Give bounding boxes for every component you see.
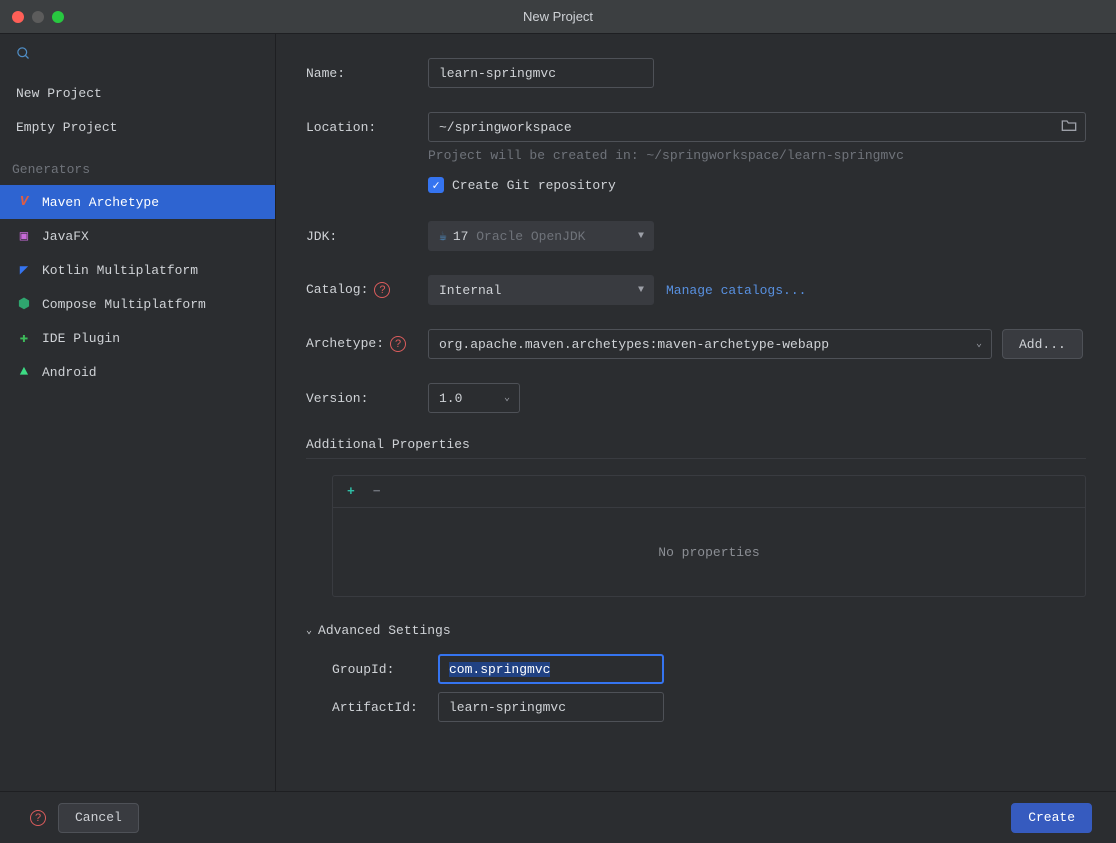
archetype-select[interactable]: org.apache.maven.archetypes:maven-archet… <box>428 329 992 359</box>
name-label: Name: <box>306 66 428 81</box>
archetype-value: org.apache.maven.archetypes:maven-archet… <box>439 337 829 352</box>
sidebar-item-label: Compose Multiplatform <box>42 297 206 312</box>
sidebar-item-label: Empty Project <box>16 120 117 135</box>
location-label: Location: <box>306 120 428 135</box>
groupid-value: com.springmvc <box>449 662 550 677</box>
generator-maven-archetype[interactable]: V Maven Archetype <box>0 185 275 219</box>
help-icon[interactable]: ? <box>390 336 406 352</box>
window-controls <box>12 11 64 23</box>
main-panel: Name: Location: Project will be created … <box>276 34 1116 791</box>
generator-kotlin-multiplatform[interactable]: ◤ Kotlin Multiplatform <box>0 253 275 287</box>
chevron-down-icon: ⌄ <box>306 625 312 637</box>
groupid-input[interactable]: com.springmvc <box>438 654 664 684</box>
sidebar: New Project Empty Project Generators V M… <box>0 34 276 791</box>
android-icon: ▲ <box>16 364 32 380</box>
properties-empty: No properties <box>333 508 1085 596</box>
maximize-window-icon[interactable] <box>52 11 64 23</box>
footer: ? Cancel Create <box>0 791 1116 843</box>
sidebar-new-project[interactable]: New Project <box>0 76 275 110</box>
help-icon[interactable]: ? <box>30 810 46 826</box>
jdk-label: JDK: <box>306 229 428 244</box>
sidebar-item-label: IDE Plugin <box>42 331 120 346</box>
titlebar: New Project <box>0 0 1116 34</box>
catalog-value: Internal <box>439 283 501 298</box>
generator-compose-multiplatform[interactable]: ⬢ Compose Multiplatform <box>0 287 275 321</box>
generator-ide-plugin[interactable]: ✚ IDE Plugin <box>0 321 275 355</box>
generator-android[interactable]: ▲ Android <box>0 355 275 389</box>
groupid-label: GroupId: <box>332 662 438 677</box>
artifactid-label: ArtifactId: <box>332 700 438 715</box>
catalog-select[interactable]: Internal <box>428 275 654 305</box>
create-button[interactable]: Create <box>1011 803 1092 833</box>
version-value: 1.0 <box>439 391 462 406</box>
archetype-label: Archetype:? <box>306 336 428 352</box>
name-input[interactable] <box>428 58 654 88</box>
jdk-version: 17 <box>453 229 469 244</box>
manage-catalogs-link[interactable]: Manage catalogs... <box>666 283 806 298</box>
divider <box>306 458 1086 459</box>
generator-javafx[interactable]: ▣ JavaFX <box>0 219 275 253</box>
cancel-button[interactable]: Cancel <box>58 803 139 833</box>
sidebar-empty-project[interactable]: Empty Project <box>0 110 275 144</box>
add-archetype-button[interactable]: Add... <box>1002 329 1083 359</box>
location-input[interactable] <box>429 120 1061 135</box>
kotlin-icon: ◤ <box>16 262 32 278</box>
artifactid-input[interactable] <box>438 692 664 722</box>
sidebar-item-label: JavaFX <box>42 229 89 244</box>
version-label: Version: <box>306 391 428 406</box>
remove-icon: − <box>373 484 381 499</box>
version-select[interactable]: 1.0 <box>428 383 520 413</box>
help-icon[interactable]: ? <box>374 282 390 298</box>
generators-header: Generators <box>0 144 275 185</box>
java-icon: ☕ <box>439 229 447 244</box>
jdk-vendor: Oracle OpenJDK <box>476 229 585 244</box>
maven-icon: V <box>16 194 32 210</box>
close-window-icon[interactable] <box>12 11 24 23</box>
properties-box: + − No properties <box>332 475 1086 597</box>
git-checkbox-row[interactable]: ✓ Create Git repository <box>428 177 1086 193</box>
folder-icon[interactable] <box>1061 118 1085 137</box>
location-input-wrap <box>428 112 1086 142</box>
sidebar-item-label: Maven Archetype <box>42 195 159 210</box>
advanced-settings-title: Advanced Settings <box>318 623 451 638</box>
javafx-icon: ▣ <box>16 228 32 244</box>
add-icon[interactable]: + <box>347 484 355 499</box>
sidebar-item-label: New Project <box>16 86 102 101</box>
jdk-select[interactable]: ☕ 17 Oracle OpenJDK <box>428 221 654 251</box>
sidebar-item-label: Android <box>42 365 97 380</box>
additional-properties-title: Additional Properties <box>306 437 1086 452</box>
search-icon[interactable] <box>16 49 31 66</box>
compose-icon: ⬢ <box>16 296 32 312</box>
minimize-window-icon[interactable] <box>32 11 44 23</box>
sidebar-item-label: Kotlin Multiplatform <box>42 263 198 278</box>
location-hint: Project will be created in: ~/springwork… <box>428 148 1086 163</box>
window-title: New Project <box>523 9 593 24</box>
advanced-settings-toggle[interactable]: ⌄ Advanced Settings <box>306 623 1086 638</box>
catalog-label: Catalog:? <box>306 282 428 298</box>
properties-toolbar: + − <box>333 476 1085 508</box>
checkbox-checked-icon: ✓ <box>428 177 444 193</box>
plugin-icon: ✚ <box>16 330 32 346</box>
git-checkbox-label: Create Git repository <box>452 178 616 193</box>
